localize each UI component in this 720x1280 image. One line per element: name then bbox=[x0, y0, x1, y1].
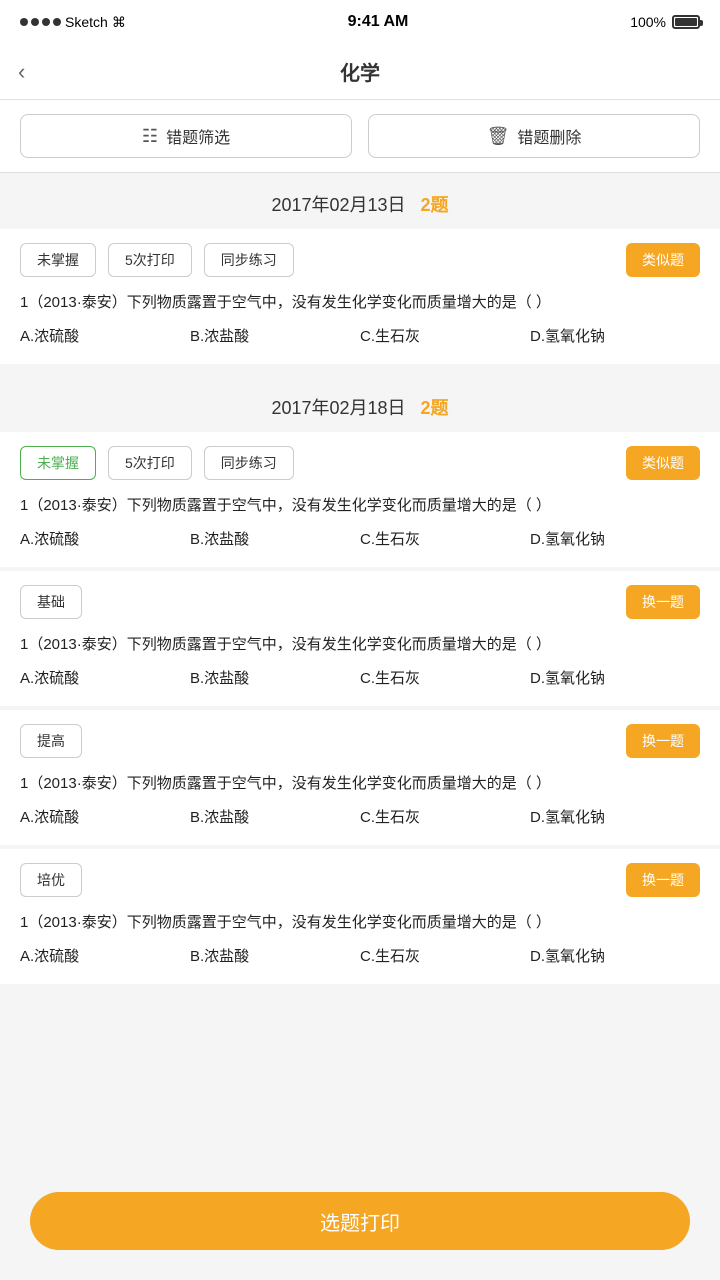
option-a-2-1: A.浓硫酸 bbox=[20, 528, 190, 549]
option-d-1-1: D.氢氧化钠 bbox=[530, 325, 700, 346]
battery-label: 100% bbox=[630, 14, 666, 30]
question-text-2-1: 1（2013·泰安）下列物质露置于空气中，没有发生化学变化而质量增大的是（ ） bbox=[20, 494, 700, 518]
bottom-spacer bbox=[0, 988, 720, 1108]
similar-btn-1[interactable]: 类似题 bbox=[626, 243, 700, 277]
section-count-2: 2题 bbox=[421, 398, 449, 418]
action-row-2-1: 未掌握 5次打印 同步练习 类似题 bbox=[20, 446, 700, 480]
question-options-2-3: A.浓硫酸 B.浓盐酸 C.生石灰 D.氢氧化钠 bbox=[20, 806, 700, 827]
option-d-2-2: D.氢氧化钠 bbox=[530, 667, 700, 688]
section-header-2: 2017年02月18日 2题 bbox=[0, 376, 720, 432]
swap-btn-jichu[interactable]: 换一题 bbox=[626, 585, 700, 619]
sync-btn-1[interactable]: 同步练习 bbox=[204, 243, 294, 277]
question-options-2-1: A.浓硫酸 B.浓盐酸 C.生石灰 D.氢氧化钠 bbox=[20, 528, 700, 549]
status-time: 9:41 AM bbox=[126, 13, 630, 31]
question-card-2-2: 基础 换一题 1（2013·泰安）下列物质露置于空气中，没有发生化学变化而质量增… bbox=[0, 571, 720, 706]
option-b-1-1: B.浓盐酸 bbox=[190, 325, 360, 346]
option-b-2-1: B.浓盐酸 bbox=[190, 528, 360, 549]
delete-label: 错题删除 bbox=[517, 124, 581, 148]
section-count-1: 2题 bbox=[421, 195, 449, 215]
option-c-1-1: C.生石灰 bbox=[360, 325, 530, 346]
question-text-2-3: 1（2013·泰安）下列物质露置于空气中，没有发生化学变化而质量增大的是（ ） bbox=[20, 772, 700, 796]
similar-btn-2[interactable]: 类似题 bbox=[626, 446, 700, 480]
option-d-2-1: D.氢氧化钠 bbox=[530, 528, 700, 549]
status-bar: Sketch ⌘ 9:41 AM 100% bbox=[0, 0, 720, 44]
back-button[interactable]: ‹ bbox=[18, 59, 25, 85]
question-options-1-1: A.浓硫酸 B.浓盐酸 C.生石灰 D.氢氧化钠 bbox=[20, 325, 700, 346]
action-row-1-1: 未掌握 5次打印 同步练习 类似题 bbox=[20, 243, 700, 277]
question-text-2-4: 1（2013·泰安）下列物质露置于空气中，没有发生化学变化而质量增大的是（ ） bbox=[20, 911, 700, 935]
option-c-2-4: C.生石灰 bbox=[360, 945, 530, 966]
question-card-2-1: 未掌握 5次打印 同步练习 类似题 1（2013·泰安）下列物质露置于空气中，没… bbox=[0, 432, 720, 567]
option-c-2-1: C.生石灰 bbox=[360, 528, 530, 549]
question-options-2-4: A.浓硫酸 B.浓盐酸 C.生石灰 D.氢氧化钠 bbox=[20, 945, 700, 966]
question-card-1-1: 未掌握 5次打印 同步练习 类似题 1（2013·泰安）下列物质露置于空气中，没… bbox=[0, 229, 720, 364]
filter-button[interactable]: ☷ 错题筛选 bbox=[20, 114, 352, 158]
option-a-2-3: A.浓硫酸 bbox=[20, 806, 190, 827]
option-b-2-2: B.浓盐酸 bbox=[190, 667, 360, 688]
tag-btn-tigao[interactable]: 提高 bbox=[20, 724, 82, 758]
action-row-2-2: 基础 换一题 bbox=[20, 585, 700, 619]
carrier-label: Sketch bbox=[65, 14, 108, 30]
not-mastered-btn-2[interactable]: 未掌握 bbox=[20, 446, 96, 480]
action-row-2-4: 培优 换一题 bbox=[20, 863, 700, 897]
trash-icon: 🗑 bbox=[487, 126, 510, 147]
question-text-1-1: 1（2013·泰安）下列物质露置于空气中，没有发生化学变化而质量增大的是（ ） bbox=[20, 291, 700, 315]
not-mastered-btn-1[interactable]: 未掌握 bbox=[20, 243, 96, 277]
status-carrier: Sketch ⌘ bbox=[20, 14, 126, 31]
question-card-2-3: 提高 换一题 1（2013·泰安）下列物质露置于空气中，没有发生化学变化而质量增… bbox=[0, 710, 720, 845]
status-right: 100% bbox=[630, 14, 700, 30]
battery-icon bbox=[672, 15, 700, 29]
swap-btn-tigao[interactable]: 换一题 bbox=[626, 724, 700, 758]
nav-bar: ‹ 化学 bbox=[0, 44, 720, 100]
option-d-2-4: D.氢氧化钠 bbox=[530, 945, 700, 966]
filter-label: 错题筛选 bbox=[166, 124, 230, 148]
option-d-2-3: D.氢氧化钠 bbox=[530, 806, 700, 827]
filter-icon: ☷ bbox=[142, 126, 158, 147]
section-header-1: 2017年02月13日 2题 bbox=[0, 173, 720, 229]
question-text-2-2: 1（2013·泰安）下列物质露置于空气中，没有发生化学变化而质量增大的是（ ） bbox=[20, 633, 700, 657]
option-a-2-4: A.浓硫酸 bbox=[20, 945, 190, 966]
tag-btn-peiyou[interactable]: 培优 bbox=[20, 863, 82, 897]
question-options-2-2: A.浓硫酸 B.浓盐酸 C.生石灰 D.氢氧化钠 bbox=[20, 667, 700, 688]
question-card-2-4: 培优 换一题 1（2013·泰安）下列物质露置于空气中，没有发生化学变化而质量增… bbox=[0, 849, 720, 984]
sync-btn-2[interactable]: 同步练习 bbox=[204, 446, 294, 480]
option-a-2-2: A.浓硫酸 bbox=[20, 667, 190, 688]
bottom-bar: 选题打印 bbox=[0, 1176, 720, 1280]
page-title: 化学 bbox=[340, 57, 380, 86]
delete-button[interactable]: 🗑 错题删除 bbox=[368, 114, 700, 158]
option-c-2-2: C.生石灰 bbox=[360, 667, 530, 688]
swap-btn-peiyou[interactable]: 换一题 bbox=[626, 863, 700, 897]
option-a-1-1: A.浓硫酸 bbox=[20, 325, 190, 346]
print-select-button[interactable]: 选题打印 bbox=[30, 1192, 690, 1250]
section-date-2: 2017年02月18日 bbox=[271, 398, 405, 418]
action-row-2-3: 提高 换一题 bbox=[20, 724, 700, 758]
wifi-icon: ⌘ bbox=[112, 14, 126, 31]
section-date-1: 2017年02月13日 bbox=[271, 195, 405, 215]
signal-icon bbox=[20, 18, 61, 26]
tag-btn-jichu[interactable]: 基础 bbox=[20, 585, 82, 619]
print-btn-2[interactable]: 5次打印 bbox=[108, 446, 192, 480]
option-b-2-4: B.浓盐酸 bbox=[190, 945, 360, 966]
option-b-2-3: B.浓盐酸 bbox=[190, 806, 360, 827]
option-c-2-3: C.生石灰 bbox=[360, 806, 530, 827]
print-btn-1[interactable]: 5次打印 bbox=[108, 243, 192, 277]
toolbar: ☷ 错题筛选 🗑 错题删除 bbox=[0, 100, 720, 173]
divider-1 bbox=[0, 368, 720, 376]
